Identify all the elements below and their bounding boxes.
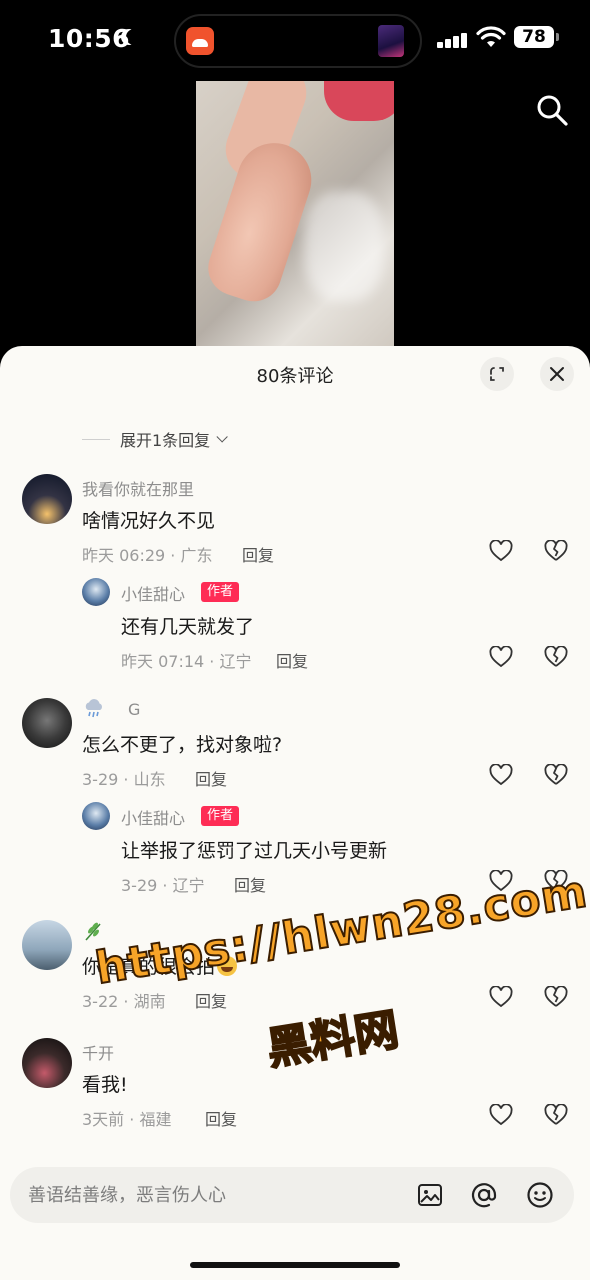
comment-text: 还有几天就发了 bbox=[121, 616, 255, 638]
search-icon[interactable] bbox=[534, 92, 570, 128]
reply-button[interactable]: 回复 bbox=[242, 542, 274, 566]
expand-replies-label: 展开1条回复 bbox=[120, 431, 211, 450]
broken-heart-icon[interactable] bbox=[544, 1104, 568, 1126]
comment-text: 让举报了惩罚了过几天小号更新 bbox=[121, 840, 388, 862]
emoji-icon[interactable] bbox=[526, 1181, 554, 1209]
comment-meta: 3-29 · 山东 bbox=[82, 770, 166, 789]
heart-icon[interactable] bbox=[489, 764, 513, 786]
reply-button[interactable]: 回复 bbox=[276, 648, 308, 672]
heart-icon[interactable] bbox=[489, 540, 513, 562]
wifi-icon bbox=[476, 26, 506, 47]
heart-icon[interactable] bbox=[489, 986, 513, 1008]
status-time: 10:56 bbox=[48, 24, 131, 53]
comment-text: 看我! bbox=[82, 1074, 128, 1096]
video-content-water bbox=[304, 191, 384, 301]
divider bbox=[82, 438, 110, 440]
app-screen: 10:56 78 80条评论 展开1条回复 我看你就在那里 啥情况好久不见 昨天… bbox=[0, 0, 590, 1280]
broken-heart-icon[interactable] bbox=[544, 646, 568, 668]
heart-icon[interactable] bbox=[489, 646, 513, 668]
avatar[interactable] bbox=[82, 802, 110, 830]
battery-indicator: 78 bbox=[514, 26, 559, 48]
reply-button[interactable]: 回复 bbox=[195, 988, 227, 1012]
app-activity-icon bbox=[186, 27, 214, 55]
expand-sheet-button[interactable] bbox=[480, 357, 514, 391]
comment-username[interactable]: G bbox=[128, 700, 140, 719]
herb-icon bbox=[85, 922, 101, 941]
author-badge: 作者 bbox=[201, 806, 240, 826]
comment-meta: 3天前 · 福建 bbox=[82, 1110, 172, 1129]
expand-icon bbox=[490, 367, 504, 381]
mention-icon[interactable] bbox=[470, 1181, 498, 1209]
close-button[interactable] bbox=[540, 357, 574, 391]
close-icon bbox=[550, 367, 564, 381]
author-badge: 作者 bbox=[201, 582, 240, 602]
comment-meta: 3-22 · 湖南 bbox=[82, 992, 166, 1011]
comment-username[interactable]: 小佳甜心 bbox=[121, 805, 185, 829]
status-bar: 10:56 78 bbox=[0, 0, 590, 80]
expand-replies-link[interactable]: 展开1条回复 bbox=[82, 428, 228, 450]
comment-meta: 3-29 · 辽宁 bbox=[121, 876, 205, 895]
cellular-signal-icon bbox=[437, 32, 469, 48]
comment-username[interactable]: 我看你就在那里 bbox=[82, 476, 194, 500]
comment-meta: 昨天 07:14 · 辽宁 bbox=[121, 652, 252, 671]
comment-username[interactable]: 小佳甜心 bbox=[121, 581, 185, 605]
comment-sheet: 80条评论 展开1条回复 我看你就在那里 啥情况好久不见 昨天 06:29 · bbox=[0, 346, 590, 1280]
chevron-down-icon bbox=[216, 431, 228, 443]
broken-heart-icon[interactable] bbox=[544, 986, 568, 1008]
comment-username[interactable]: 千开 bbox=[82, 1040, 114, 1064]
video-player[interactable] bbox=[196, 81, 394, 351]
avatar[interactable] bbox=[22, 474, 72, 524]
image-icon[interactable] bbox=[416, 1181, 444, 1209]
comment-text: 怎么不更了，找对象啦? bbox=[82, 734, 283, 756]
video-content-sandal bbox=[324, 81, 394, 121]
do-not-disturb-icon bbox=[126, 29, 142, 45]
home-indicator[interactable] bbox=[190, 1262, 400, 1268]
avatar[interactable] bbox=[82, 578, 110, 606]
avatar[interactable] bbox=[22, 920, 72, 970]
dynamic-island[interactable] bbox=[174, 14, 422, 68]
broken-heart-icon[interactable] bbox=[544, 540, 568, 562]
media-thumbnail bbox=[378, 25, 404, 57]
comment-input-bar bbox=[10, 1167, 574, 1223]
broken-heart-icon[interactable] bbox=[544, 764, 568, 786]
comment-input[interactable] bbox=[28, 1167, 398, 1223]
avatar[interactable] bbox=[22, 698, 72, 748]
avatar[interactable] bbox=[22, 1038, 72, 1088]
reply-button[interactable]: 回复 bbox=[195, 766, 227, 790]
comment-meta: 昨天 06:29 · 广东 bbox=[82, 546, 213, 565]
video-content-foot bbox=[201, 133, 321, 309]
reply-button[interactable]: 回复 bbox=[205, 1106, 237, 1130]
heart-icon[interactable] bbox=[489, 1104, 513, 1126]
comment-text: 啥情况好久不见 bbox=[82, 510, 216, 532]
cloud-rain-icon bbox=[85, 699, 102, 718]
reply-button[interactable]: 回复 bbox=[234, 872, 266, 896]
